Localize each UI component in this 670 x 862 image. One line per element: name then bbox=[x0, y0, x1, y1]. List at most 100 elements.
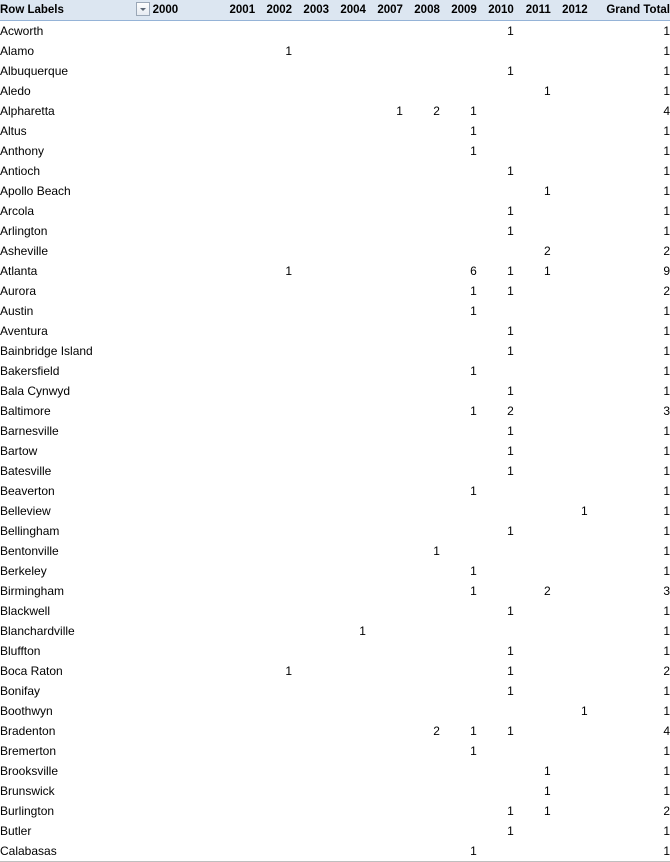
table-row[interactable]: Bentonville 1 1 bbox=[0, 541, 670, 561]
row-label-cell[interactable]: Birmingham bbox=[0, 581, 153, 601]
row-label-cell[interactable]: Bainbridge Island bbox=[0, 341, 153, 361]
column-header-year-2011[interactable]: 2011 bbox=[513, 0, 551, 21]
row-label-cell[interactable]: Boca Raton bbox=[0, 661, 153, 681]
row-label-cell[interactable]: Aurora bbox=[0, 281, 153, 301]
table-row[interactable]: Aledo 1 1 bbox=[0, 81, 670, 101]
table-row[interactable]: Butler 1 1 bbox=[0, 821, 670, 841]
row-label-cell[interactable]: Aventura bbox=[0, 321, 153, 341]
row-label-cell[interactable]: Apollo Beach bbox=[0, 181, 153, 201]
table-row[interactable]: Belleview 1 1 bbox=[0, 501, 670, 521]
value-cell-2007 bbox=[366, 701, 403, 721]
value-cell-2000 bbox=[153, 321, 219, 341]
row-label-cell[interactable]: Aledo bbox=[0, 81, 153, 101]
column-header-grand-total[interactable]: Grand Total bbox=[587, 0, 670, 21]
row-label-cell[interactable]: Bremerton bbox=[0, 741, 153, 761]
table-row[interactable]: Aventura 1 1 bbox=[0, 321, 670, 341]
table-row[interactable]: Apollo Beach 1 1 bbox=[0, 181, 670, 201]
table-row[interactable]: Birmingham 1 2 3 bbox=[0, 581, 670, 601]
column-header-year-2003[interactable]: 2003 bbox=[292, 0, 330, 21]
table-row[interactable]: Blanchardville 1 1 bbox=[0, 621, 670, 641]
row-label-cell[interactable]: Bala Cynwyd bbox=[0, 381, 153, 401]
chevron-down-icon[interactable] bbox=[135, 2, 150, 16]
table-row[interactable]: Antioch 1 1 bbox=[0, 161, 670, 181]
table-row[interactable]: Arcola 1 1 bbox=[0, 201, 670, 221]
table-row[interactable]: Berkeley 1 1 bbox=[0, 561, 670, 581]
row-label-cell[interactable]: Bartow bbox=[0, 441, 153, 461]
table-row[interactable]: Beaverton 1 1 bbox=[0, 481, 670, 501]
column-header-year-2010[interactable]: 2010 bbox=[476, 0, 514, 21]
table-row[interactable]: Austin 1 1 bbox=[0, 301, 670, 321]
row-label-cell[interactable]: Asheville bbox=[0, 241, 153, 261]
row-label-cell[interactable]: Beaverton bbox=[0, 481, 153, 501]
column-header-year-2002[interactable]: 2002 bbox=[255, 0, 293, 21]
row-label-cell[interactable]: Bentonville bbox=[0, 541, 153, 561]
table-row[interactable]: Bala Cynwyd 1 1 bbox=[0, 381, 670, 401]
table-row[interactable]: Bluffton 1 1 bbox=[0, 641, 670, 661]
table-row[interactable]: Atlanta 1 6 1 1 9 bbox=[0, 261, 670, 281]
row-label-cell[interactable]: Calabasas bbox=[0, 841, 153, 862]
table-row[interactable]: Boothwyn 1 1 bbox=[0, 701, 670, 721]
row-label-cell[interactable]: Baltimore bbox=[0, 401, 153, 421]
table-row[interactable]: Arlington 1 1 bbox=[0, 221, 670, 241]
table-row[interactable]: Bradenton 2 1 1 4 bbox=[0, 721, 670, 741]
table-row[interactable]: Brooksville 1 1 bbox=[0, 761, 670, 781]
table-row[interactable]: Albuquerque 1 1 bbox=[0, 61, 670, 81]
row-label-cell[interactable]: Bakersfield bbox=[0, 361, 153, 381]
row-label-cell[interactable]: Arlington bbox=[0, 221, 153, 241]
table-row[interactable]: Alpharetta 1 2 1 4 bbox=[0, 101, 670, 121]
table-row[interactable]: Acworth 1 1 bbox=[0, 21, 670, 42]
table-row[interactable]: Bainbridge Island 1 1 bbox=[0, 341, 670, 361]
table-row[interactable]: Brunswick 1 1 bbox=[0, 781, 670, 801]
row-label-cell[interactable]: Blanchardville bbox=[0, 621, 153, 641]
row-label-cell[interactable]: Albuquerque bbox=[0, 61, 153, 81]
column-header-year-2007[interactable]: 2007 bbox=[365, 0, 403, 21]
row-label-cell[interactable]: Belleview bbox=[0, 501, 153, 521]
row-label-cell[interactable]: Batesville bbox=[0, 461, 153, 481]
table-row[interactable]: Bremerton 1 1 bbox=[0, 741, 670, 761]
table-row[interactable]: Altus 1 1 bbox=[0, 121, 670, 141]
table-row[interactable]: Bartow 1 1 bbox=[0, 441, 670, 461]
row-label-cell[interactable]: Austin bbox=[0, 301, 153, 321]
row-label-cell[interactable]: Blackwell bbox=[0, 601, 153, 621]
table-row[interactable]: Boca Raton 1 1 2 bbox=[0, 661, 670, 681]
table-row[interactable]: Bonifay 1 1 bbox=[0, 681, 670, 701]
table-row[interactable]: Calabasas 1 1 bbox=[0, 841, 670, 862]
row-label-cell[interactable]: Bonifay bbox=[0, 681, 153, 701]
table-row[interactable]: Anthony 1 1 bbox=[0, 141, 670, 161]
row-label-cell[interactable]: Butler bbox=[0, 821, 153, 841]
column-header-year-2004[interactable]: 2004 bbox=[329, 0, 366, 21]
row-label-cell[interactable]: Brunswick bbox=[0, 781, 153, 801]
table-row[interactable]: Aurora 1 1 2 bbox=[0, 281, 670, 301]
column-header-year-2000[interactable]: 2000 bbox=[152, 0, 219, 21]
row-label-cell[interactable]: Bluffton bbox=[0, 641, 153, 661]
row-label-cell[interactable]: Boothwyn bbox=[0, 701, 153, 721]
column-header-year-2008[interactable]: 2008 bbox=[402, 0, 440, 21]
row-label-cell[interactable]: Brooksville bbox=[0, 761, 153, 781]
row-label-cell[interactable]: Bradenton bbox=[0, 721, 153, 741]
row-label-cell[interactable]: Antioch bbox=[0, 161, 153, 181]
table-row[interactable]: Burlington 1 1 2 bbox=[0, 801, 670, 821]
row-label-cell[interactable]: Altus bbox=[0, 121, 153, 141]
table-row[interactable]: Blackwell 1 1 bbox=[0, 601, 670, 621]
row-label-cell[interactable]: Arcola bbox=[0, 201, 153, 221]
row-label-cell[interactable]: Alamo bbox=[0, 41, 153, 61]
row-label-cell[interactable]: Barnesville bbox=[0, 421, 153, 441]
row-label-cell[interactable]: Atlanta bbox=[0, 261, 153, 281]
row-label-cell[interactable]: Burlington bbox=[0, 801, 153, 821]
column-header-year-2009[interactable]: 2009 bbox=[439, 0, 477, 21]
table-row[interactable]: Asheville 2 2 bbox=[0, 241, 670, 261]
column-header-year-2012[interactable]: 2012 bbox=[550, 0, 588, 21]
row-label-cell[interactable]: Berkeley bbox=[0, 561, 153, 581]
table-row[interactable]: Bellingham 1 1 bbox=[0, 521, 670, 541]
column-header-row-labels[interactable]: Row Labels bbox=[0, 0, 153, 21]
row-label-cell[interactable]: Alpharetta bbox=[0, 101, 153, 121]
table-row[interactable]: Batesville 1 1 bbox=[0, 461, 670, 481]
table-row[interactable]: Alamo 1 1 bbox=[0, 41, 670, 61]
row-label-cell[interactable]: Anthony bbox=[0, 141, 153, 161]
column-header-year-2001[interactable]: 2001 bbox=[218, 0, 256, 21]
table-row[interactable]: Baltimore 1 2 3 bbox=[0, 401, 670, 421]
table-row[interactable]: Barnesville 1 1 bbox=[0, 421, 670, 441]
row-label-cell[interactable]: Acworth bbox=[0, 21, 153, 42]
table-row[interactable]: Bakersfield 1 1 bbox=[0, 361, 670, 381]
row-label-cell[interactable]: Bellingham bbox=[0, 521, 153, 541]
